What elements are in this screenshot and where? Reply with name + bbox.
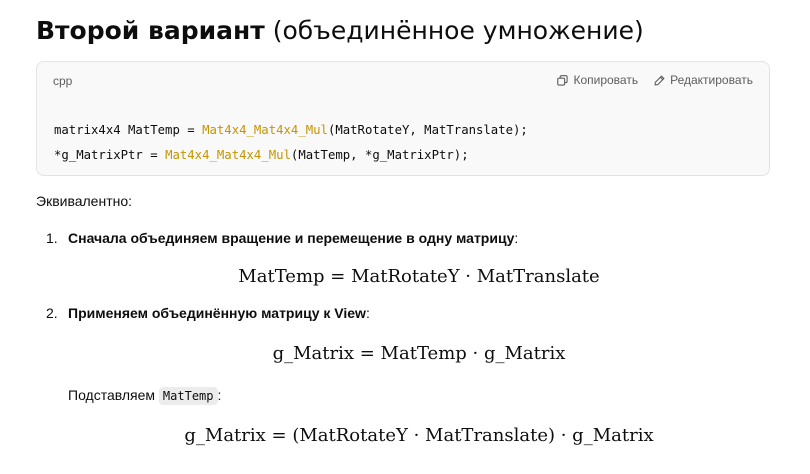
code-block: cpp Копировать Редактировать matrix4x4 M… (36, 61, 770, 176)
step-number: 2. (46, 305, 58, 321)
formula-step-2: g_Matrix = MatTemp · g_Matrix (272, 343, 566, 364)
formula-step-1: MatTemp = MatRotateY · MatTranslate (238, 266, 600, 287)
section-heading: Второй вариант (объединённое умножение) (36, 14, 644, 48)
pencil-icon (654, 75, 665, 85)
edit-button[interactable]: Редактировать (654, 73, 753, 87)
step-2-text: Применяем объединённую матрицу к View: (68, 305, 370, 321)
equivalent-label: Эквивалентно: (36, 193, 133, 209)
code-actions: Копировать Редактировать (557, 73, 753, 87)
heading-normal: (объединённое умножение) (272, 16, 644, 45)
code-block-header: cpp Копировать Редактировать (37, 62, 769, 100)
heading-bold: Второй вариант (36, 16, 265, 45)
copy-icon (557, 74, 569, 86)
copy-button-label: Копировать (573, 73, 639, 87)
function-name: Mat4x4_Mat4x4_Mul (202, 123, 328, 137)
step-2-bold: Применяем объединённую матрицу к View (68, 305, 366, 321)
substitute-prefix: Подставляем (68, 387, 156, 403)
step-1-bold: Сначала объединяем вращение и перемещени… (68, 230, 515, 246)
code-line-1: matrix4x4 MatTemp = Mat4x4_Mat4x4_Mul(Ma… (54, 123, 528, 137)
code-language-label: cpp (53, 74, 73, 88)
step-1-text: Сначала объединяем вращение и перемещени… (68, 230, 519, 246)
substitute-text: Подставляем MatTemp: (68, 387, 222, 405)
formula-substitute: g_Matrix = (MatRotateY · MatTranslate) ·… (184, 425, 654, 446)
copy-button[interactable]: Копировать (557, 73, 638, 87)
edit-button-label: Редактировать (670, 73, 753, 87)
function-name: Mat4x4_Mat4x4_Mul (165, 148, 291, 162)
code-line-2: *g_MatrixPtr = Mat4x4_Mat4x4_Mul(MatTemp… (54, 148, 469, 162)
inline-code: MatTemp (158, 387, 218, 405)
step-number: 1. (46, 230, 58, 246)
code-body: matrix4x4 MatTemp = Mat4x4_Mat4x4_Mul(Ma… (54, 118, 528, 168)
